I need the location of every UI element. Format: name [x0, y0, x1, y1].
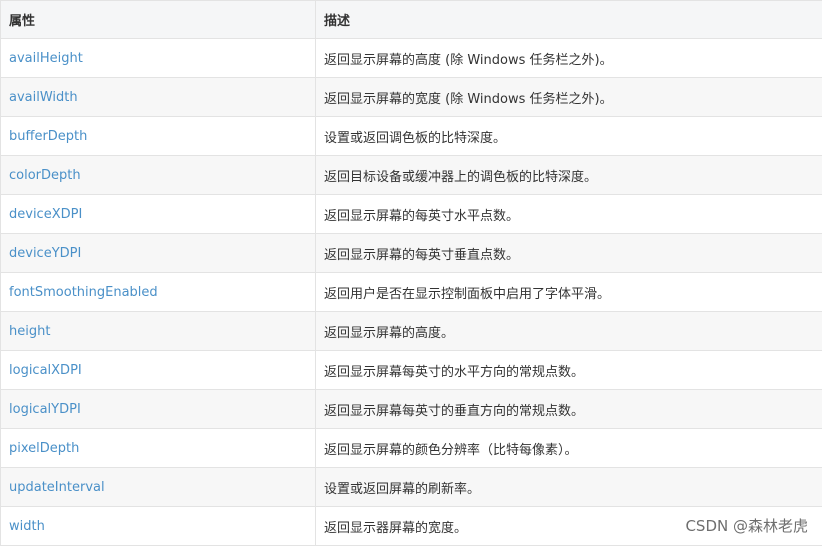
property-cell: pixelDepth: [1, 429, 316, 468]
property-cell: bufferDepth: [1, 117, 316, 156]
property-cell: logicalYDPI: [1, 390, 316, 429]
property-link[interactable]: deviceXDPI: [9, 207, 82, 222]
table-row: deviceYDPI 返回显示屏幕的每英寸垂直点数。: [1, 234, 822, 273]
property-cell: logicalXDPI: [1, 351, 316, 390]
description-cell: 返回显示屏幕每英寸的垂直方向的常规点数。: [316, 390, 822, 429]
property-link[interactable]: deviceYDPI: [9, 246, 81, 261]
property-link[interactable]: fontSmoothingEnabled: [9, 285, 158, 300]
property-link[interactable]: availWidth: [9, 90, 78, 105]
table-row: fontSmoothingEnabled 返回用户是否在显示控制面板中启用了字体平…: [1, 273, 822, 312]
property-link[interactable]: logicalYDPI: [9, 402, 81, 417]
property-cell: width: [1, 507, 316, 546]
property-link[interactable]: width: [9, 519, 45, 534]
description-cell: 设置或返回调色板的比特深度。: [316, 117, 822, 156]
description-cell: 返回显示器屏幕的宽度。: [316, 507, 822, 546]
property-link[interactable]: height: [9, 324, 50, 339]
description-cell: 返回显示屏幕的每英寸水平点数。: [316, 195, 822, 234]
description-column-header: 描述: [316, 1, 822, 39]
table-row: deviceXDPI 返回显示屏幕的每英寸水平点数。: [1, 195, 822, 234]
property-link[interactable]: pixelDepth: [9, 441, 79, 456]
table-row: colorDepth 返回目标设备或缓冲器上的调色板的比特深度。: [1, 156, 822, 195]
table-row: logicalYDPI 返回显示屏幕每英寸的垂直方向的常规点数。: [1, 390, 822, 429]
description-cell: 返回显示屏幕的高度。: [316, 312, 822, 351]
property-cell: fontSmoothingEnabled: [1, 273, 316, 312]
property-cell: availWidth: [1, 78, 316, 117]
description-cell: 返回显示屏幕的高度 (除 Windows 任务栏之外)。: [316, 39, 822, 78]
description-cell: 返回显示屏幕的宽度 (除 Windows 任务栏之外)。: [316, 78, 822, 117]
table-body: availHeight返回显示屏幕的高度 (除 Windows 任务栏之外)。a…: [1, 39, 822, 546]
property-link[interactable]: availHeight: [9, 51, 83, 66]
description-cell: 返回目标设备或缓冲器上的调色板的比特深度。: [316, 156, 822, 195]
property-link[interactable]: updateInterval: [9, 480, 105, 495]
screen-properties-table: 属性 描述 availHeight 返回显示屏幕的高度 (除 Windows 任务…: [0, 0, 822, 546]
property-cell: availHeight: [1, 39, 316, 78]
table-row: availHeight 返回显示屏幕的高度 (除 Windows 任务栏之外)。: [1, 39, 822, 78]
table-row: updateInterval 设置或返回屏幕的刷新率。: [1, 468, 822, 507]
description-cell: 设置或返回屏幕的刷新率。: [316, 468, 822, 507]
property-link[interactable]: colorDepth: [9, 168, 81, 183]
property-cell: height: [1, 312, 316, 351]
table-row: pixelDepth 返回显示屏幕的颜色分辨率（比特每像素）。: [1, 429, 822, 468]
header-row: 属性 描述: [1, 1, 822, 39]
description-cell: 返回显示屏幕的每英寸垂直点数。: [316, 234, 822, 273]
property-cell: updateInterval: [1, 468, 316, 507]
property-cell: deviceYDPI: [1, 234, 316, 273]
table-row: bufferDepth 设置或返回调色板的比特深度。: [1, 117, 822, 156]
table-row: height 返回显示屏幕的高度。: [1, 312, 822, 351]
table-header: 属性 描述: [1, 1, 822, 39]
property-link[interactable]: bufferDepth: [9, 129, 87, 144]
table-row: width 返回显示器屏幕的宽度。: [1, 507, 822, 546]
description-cell: 返回显示屏幕每英寸的水平方向的常规点数。: [316, 351, 822, 390]
property-cell: deviceXDPI: [1, 195, 316, 234]
table-row: logicalXDPI 返回显示屏幕每英寸的水平方向的常规点数。: [1, 351, 822, 390]
table-row: availWidth 返回显示屏幕的宽度 (除 Windows 任务栏之外)。: [1, 78, 822, 117]
description-cell: 返回显示屏幕的颜色分辨率（比特每像素）。: [316, 429, 822, 468]
property-cell: colorDepth: [1, 156, 316, 195]
description-cell: 返回用户是否在显示控制面板中启用了字体平滑。: [316, 273, 822, 312]
property-link[interactable]: logicalXDPI: [9, 363, 82, 378]
property-column-header: 属性: [1, 1, 316, 39]
